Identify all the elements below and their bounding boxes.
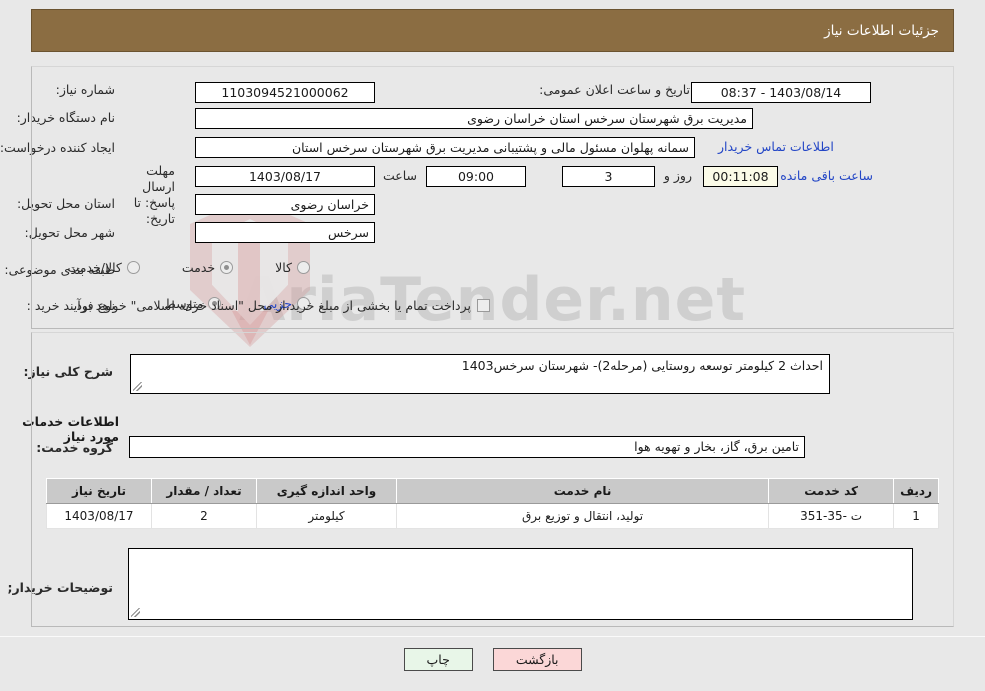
need-details-panel bbox=[31, 332, 954, 627]
need-summary-panel bbox=[31, 66, 954, 329]
print-button[interactable]: چاپ bbox=[403, 648, 473, 671]
footer-divider bbox=[0, 636, 985, 637]
back-button[interactable]: بازگشت bbox=[492, 648, 582, 671]
window-title-bar: جزئیات اطلاعات نیاز bbox=[31, 9, 954, 52]
page-title: جزئیات اطلاعات نیاز bbox=[824, 22, 939, 39]
action-button-bar: بازگشت چاپ bbox=[0, 648, 985, 671]
page-root: AriaTender.net جزئیات اطلاعات نیاز شماره… bbox=[0, 0, 985, 691]
